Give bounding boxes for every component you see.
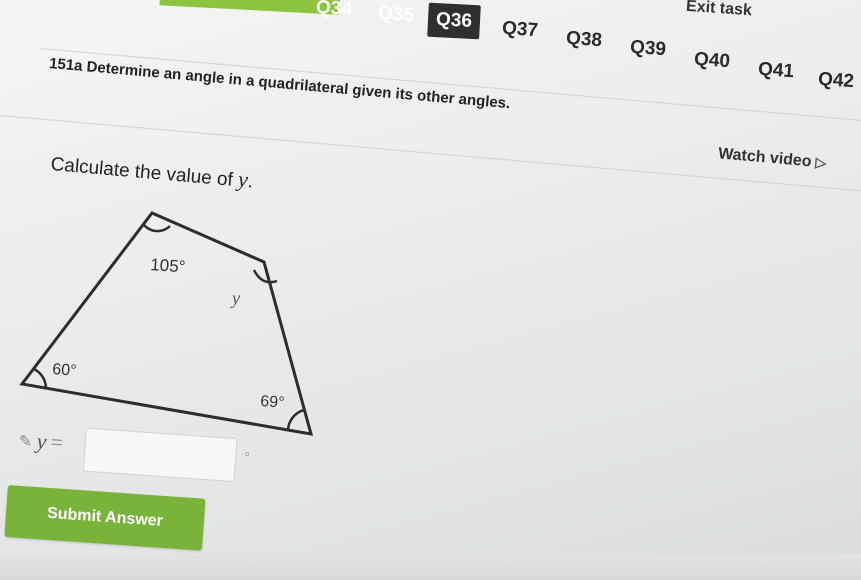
answer-variable: y [35,428,48,454]
answer-input[interactable] [82,427,238,483]
angle-label-105: 105° [150,255,186,276]
degree-unit: ° [243,448,251,466]
tab-q35[interactable]: Q35 [369,0,423,33]
pencil-icon: ✎ [18,432,33,451]
equals-sign: = [49,429,64,456]
tab-q37[interactable]: Q37 [493,11,547,49]
tab-q38[interactable]: Q38 [557,21,611,59]
watch-video-label: Watch video [717,145,813,171]
angle-label-69: 69° [260,393,285,412]
watch-video-link[interactable]: Watch video ▷ [717,145,827,172]
answer-variable-label: y = [36,428,64,456]
tab-q41[interactable]: Q41 [749,52,803,90]
tab-q36[interactable]: Q36 [427,2,481,40]
angle-arc-bottom-right [286,408,305,431]
question-prompt: Calculate the value of y. [50,150,255,194]
tab-q40[interactable]: Q40 [685,42,739,80]
tab-q39[interactable]: Q39 [621,30,675,68]
play-icon: ▷ [814,153,827,171]
tab-q42[interactable]: Q42 [809,62,861,100]
angle-label-y: y [230,288,240,308]
angle-label-60: 60° [52,361,77,380]
angle-arc-top-left [143,224,171,233]
bottom-strip [0,555,861,580]
prompt-text: Calculate the value of [49,153,239,192]
tab-q34[interactable]: Q34 [307,0,361,27]
page: Q34 Q35 Q36 Q37 Q38 Q39 Q40 Q41 Q42 Exit… [0,0,861,580]
quadrilateral-diagram: 105° 60° 69° y [19,211,314,436]
